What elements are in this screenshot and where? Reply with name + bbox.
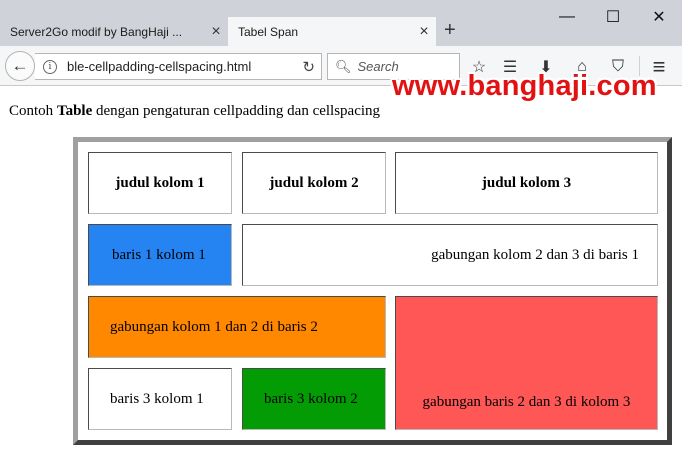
cell-rowspan-col3: gabungan baris 2 dan 3 di kolom 3: [395, 296, 658, 430]
tab-close-icon[interactable]: ×: [412, 23, 436, 41]
close-window-icon[interactable]: ✕: [636, 2, 682, 32]
back-button[interactable]: ←: [5, 51, 35, 81]
cell-row1-col1: baris 1 kolom 1: [88, 224, 232, 286]
span-table: judul kolom 1 judul kolom 2 judul kolom …: [73, 137, 672, 445]
maximize-icon[interactable]: ☐: [590, 2, 636, 32]
tab-title: Tabel Span: [238, 24, 299, 39]
cell-row2-colspan: gabungan kolom 1 dan 2 di baris 2: [88, 296, 386, 358]
url-bar[interactable]: i ble-cellpadding-cellspacing.html ↻: [35, 53, 322, 80]
header-col-3: judul kolom 3: [395, 152, 658, 214]
back-arrow-icon: ←: [11, 56, 29, 75]
reload-icon[interactable]: ↻: [302, 58, 315, 76]
minimize-icon[interactable]: —: [544, 2, 590, 32]
watermark-logo: www.banghaji.com: [392, 70, 657, 102]
url-text[interactable]: ble-cellpadding-cellspacing.html: [67, 59, 277, 74]
intro-text: Contoh Table dengan pengaturan cellpaddi…: [9, 103, 380, 120]
tab-server2go[interactable]: Server2Go modif by BangHaji ... ×: [0, 17, 228, 46]
header-col-1: judul kolom 1: [88, 152, 232, 214]
cell-row3-col2: baris 3 kolom 2: [242, 368, 386, 430]
cell-row3-col1: baris 3 kolom 1: [88, 368, 232, 430]
title-bar: Server2Go modif by BangHaji ... × Tabel …: [0, 0, 682, 46]
tab-tabel-span[interactable]: Tabel Span ×: [228, 17, 436, 46]
search-icon: 🔍︎: [335, 58, 352, 74]
new-tab-icon[interactable]: +: [444, 19, 456, 42]
cell-row1-colspan: gabungan kolom 2 dan 3 di baris 1: [242, 224, 658, 286]
header-col-2: judul kolom 2: [242, 152, 386, 214]
tab-title: Server2Go modif by BangHaji ...: [10, 24, 183, 39]
intro-bold: Table: [56, 103, 93, 119]
intro-prefix: Contoh: [9, 103, 57, 119]
intro-suffix: dengan pengaturan cellpadding dan cellsp…: [92, 103, 381, 119]
info-icon[interactable]: i: [43, 59, 57, 74]
tab-close-icon[interactable]: ×: [204, 23, 228, 41]
